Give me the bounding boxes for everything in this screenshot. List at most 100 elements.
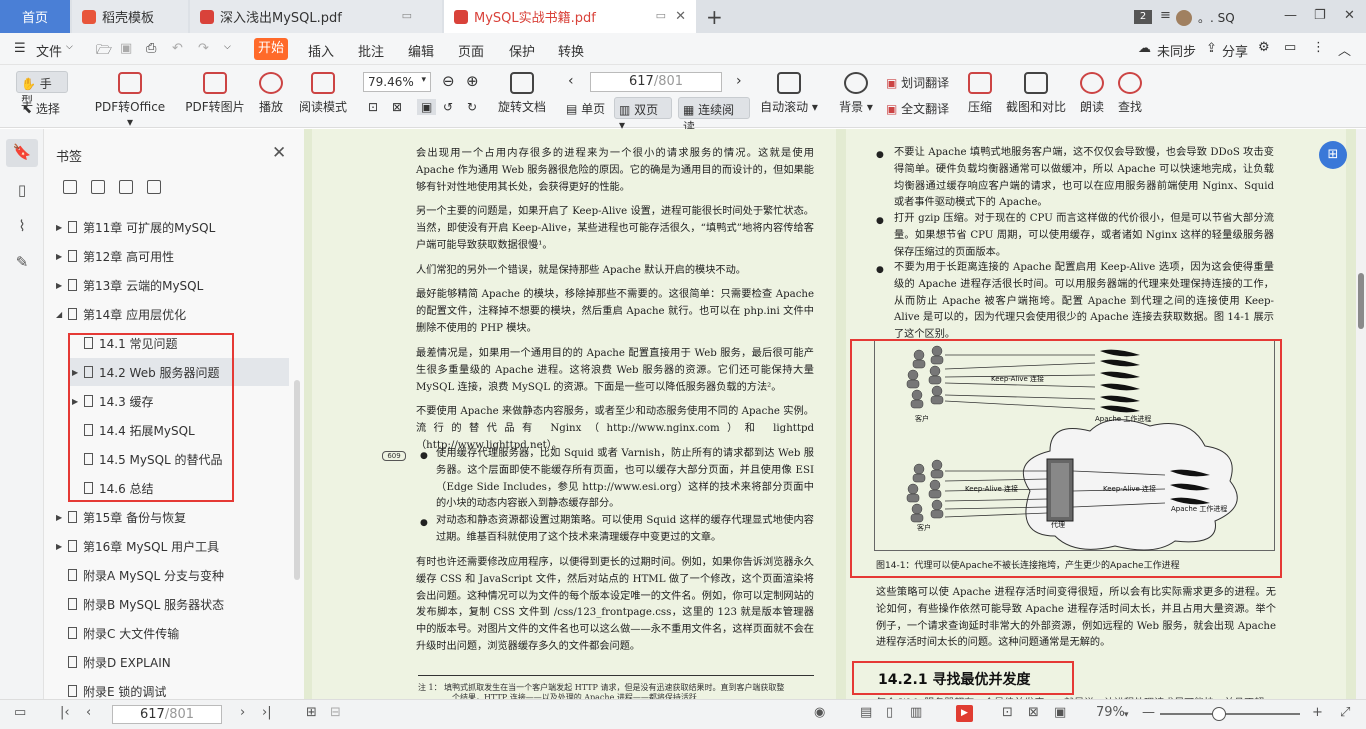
expand-arrow-icon[interactable]: ▶ [72,368,84,377]
rotate-left-icon[interactable]: ↺ [443,100,453,114]
user-account[interactable]: 。. SQ [1176,9,1235,26]
expanded-arrow-icon[interactable]: ◢ [56,310,68,319]
fullscreen-icon[interactable]: ⤢ [1340,705,1350,720]
tab-pdf2[interactable]: MySQL实战书籍.pdf ▭ ✕ [444,0,696,33]
list-icon[interactable]: ≡ [1160,8,1171,23]
settings-icon[interactable]: ⚙ [1258,40,1270,55]
bookmark-item[interactable]: 14.4 拓展MySQL [72,420,195,440]
bookmark-item[interactable]: ▶ 第15章 备份与恢复 [56,507,186,527]
rotate-right-icon[interactable]: ↻ [467,100,477,114]
tab-daoke[interactable]: 稻壳模板 [72,0,188,33]
signature-icon[interactable]: ✎ [12,253,32,273]
bookmark-item[interactable]: ▶ 14.3 缓存 [72,391,154,411]
window-count-badge[interactable]: 2 [1134,10,1152,24]
share-icon[interactable]: ⇪ [1206,41,1217,56]
menu-annotate[interactable]: 批注 [358,41,384,60]
expand-arrow-icon[interactable]: ▶ [56,223,68,232]
zoom-slider-knob[interactable] [1212,707,1226,721]
auto-scroll-button[interactable]: 自动滚动 ▾ [760,72,818,115]
read-mode-button[interactable]: 阅读模式 [296,72,350,115]
close-tab-icon[interactable]: ✕ [675,9,686,24]
prev-page-icon[interactable]: ‹ [86,705,91,720]
pdf-to-office-button[interactable]: PDF转Office ▾ [92,72,168,129]
floating-tool-icon[interactable]: ⊞ [1319,141,1347,169]
select-tool[interactable]: ⬉ 选择 [22,100,60,117]
prev-page-icon[interactable]: ‹ [568,73,574,89]
bookmark-panel-icon[interactable]: 🔖 [12,143,32,163]
expand-arrow-icon[interactable]: ▶ [56,513,68,522]
new-tab-button[interactable]: + [706,5,723,29]
menu-convert[interactable]: 转换 [558,41,584,60]
undo-icon[interactable]: ↶ [172,41,183,56]
expand-arrow-icon[interactable]: ▶ [72,397,84,406]
bookmark-item[interactable]: 14.6 总结 [72,478,154,498]
bookmark-item[interactable]: ▶ 第16章 MySQL 用户工具 [56,536,219,556]
document-scrollbar[interactable] [1356,129,1366,699]
play-icon[interactable]: ▶ [956,705,973,722]
expand-arrow-icon[interactable]: ▶ [56,252,68,261]
expand-arrow-icon[interactable]: ▶ [56,542,68,551]
double-view-icon[interactable]: ▥ [910,705,922,720]
fit-page-icon[interactable]: ⊠ [1028,705,1039,720]
actual-size-icon[interactable]: ⊡ [368,100,378,114]
tab-home[interactable]: 首页 [0,0,70,33]
monitor-icon[interactable]: ▭ [402,9,412,22]
bookmark-item[interactable]: ▶ 第11章 可扩展的MySQL [56,217,215,237]
fit-page-icon[interactable]: ⊠ [392,100,402,114]
bookmark-item[interactable]: 附录C 大文件传输 [56,623,179,643]
continuous-view-icon[interactable]: ▤ [860,705,872,720]
cloud-sync-icon[interactable]: ☁ [1138,41,1151,56]
zoom-in-icon[interactable]: + [1312,705,1323,720]
redo-icon[interactable]: ↷ [198,41,209,56]
insert-page-icon[interactable]: ⊞ [306,705,317,720]
menu-edit[interactable]: 编辑 [408,41,434,60]
menu-insert[interactable]: 插入 [308,41,334,60]
continuous-read-button[interactable]: ▦ 连续阅读 [678,97,750,134]
close-window-icon[interactable]: ✕ [1344,8,1355,23]
save-icon[interactable]: ▣ [120,41,132,56]
more-icon[interactable]: ⋮ [1312,40,1325,55]
next-page-icon[interactable]: › [736,73,742,89]
export-page-icon[interactable]: ⊟ [330,705,341,720]
collapse-ribbon-icon[interactable]: ︿ [1338,40,1351,59]
pdf-to-image-button[interactable]: PDF转图片 [184,72,246,115]
expand-arrow-icon[interactable]: ▶ [56,281,68,290]
bookmark-add-icon[interactable] [119,180,133,194]
hamburger-icon[interactable]: ☰ [14,41,26,56]
menu-file[interactable]: 文件 [36,41,62,60]
add-bookmark-icon[interactable] [63,180,77,194]
play-button[interactable]: 播放 [254,72,288,115]
chevron-down-icon[interactable]: ▾ [1124,710,1129,720]
menu-protect[interactable]: 保护 [509,41,535,60]
sync-status[interactable]: 未同步 [1157,41,1196,60]
fit-width-icon[interactable]: ▣ [1054,705,1066,720]
menu-start[interactable]: 开始 [254,38,288,60]
single-page-button[interactable]: ▤ 单页 [566,100,605,117]
remove-bookmark-icon[interactable] [91,180,105,194]
close-icon[interactable]: ✕ [272,143,286,163]
bookmark-icon[interactable] [147,180,161,194]
chevron-down-icon[interactable]: ⌵ [66,42,73,52]
zoom-in-icon[interactable]: ⊕ [466,72,479,90]
restore-icon[interactable]: ❐ [1314,8,1326,23]
find-button[interactable]: 查找 [1116,72,1144,115]
bookmark-item[interactable]: 附录A MySQL 分支与变种 [56,565,224,585]
bookmark-item[interactable]: ▶ 14.2 Web 服务器问题 [72,362,220,382]
hand-tool[interactable]: ✋ 手型 [16,71,68,108]
last-page-icon[interactable]: ›| [262,705,272,720]
thumbnail-icon[interactable]: ▯ [12,181,32,201]
zoom-out-icon[interactable]: — [1142,705,1155,720]
read-aloud-button[interactable]: 朗读 [1078,72,1106,115]
print-icon[interactable]: ⎙ [146,41,156,56]
bookmark-item[interactable]: 附录E 锁的调试 [56,681,166,701]
share-button[interactable]: 分享 [1222,41,1248,60]
sidebar-toggle-icon[interactable]: ▭ [14,705,26,720]
status-page-input[interactable]: 617/801 [112,705,222,724]
comment-icon[interactable]: ▭ [1284,40,1296,55]
bookmark-item[interactable]: 附录D EXPLAIN [56,652,171,672]
tab-pdf1[interactable]: 深入浅出MySQL.pdf ▭ [190,0,442,33]
first-page-icon[interactable]: |‹ [60,705,70,720]
background-button[interactable]: 背景 ▾ [838,72,874,115]
fit-width-icon[interactable]: ▣ [417,99,437,115]
actual-size-icon[interactable]: ⊡ [1002,705,1013,720]
